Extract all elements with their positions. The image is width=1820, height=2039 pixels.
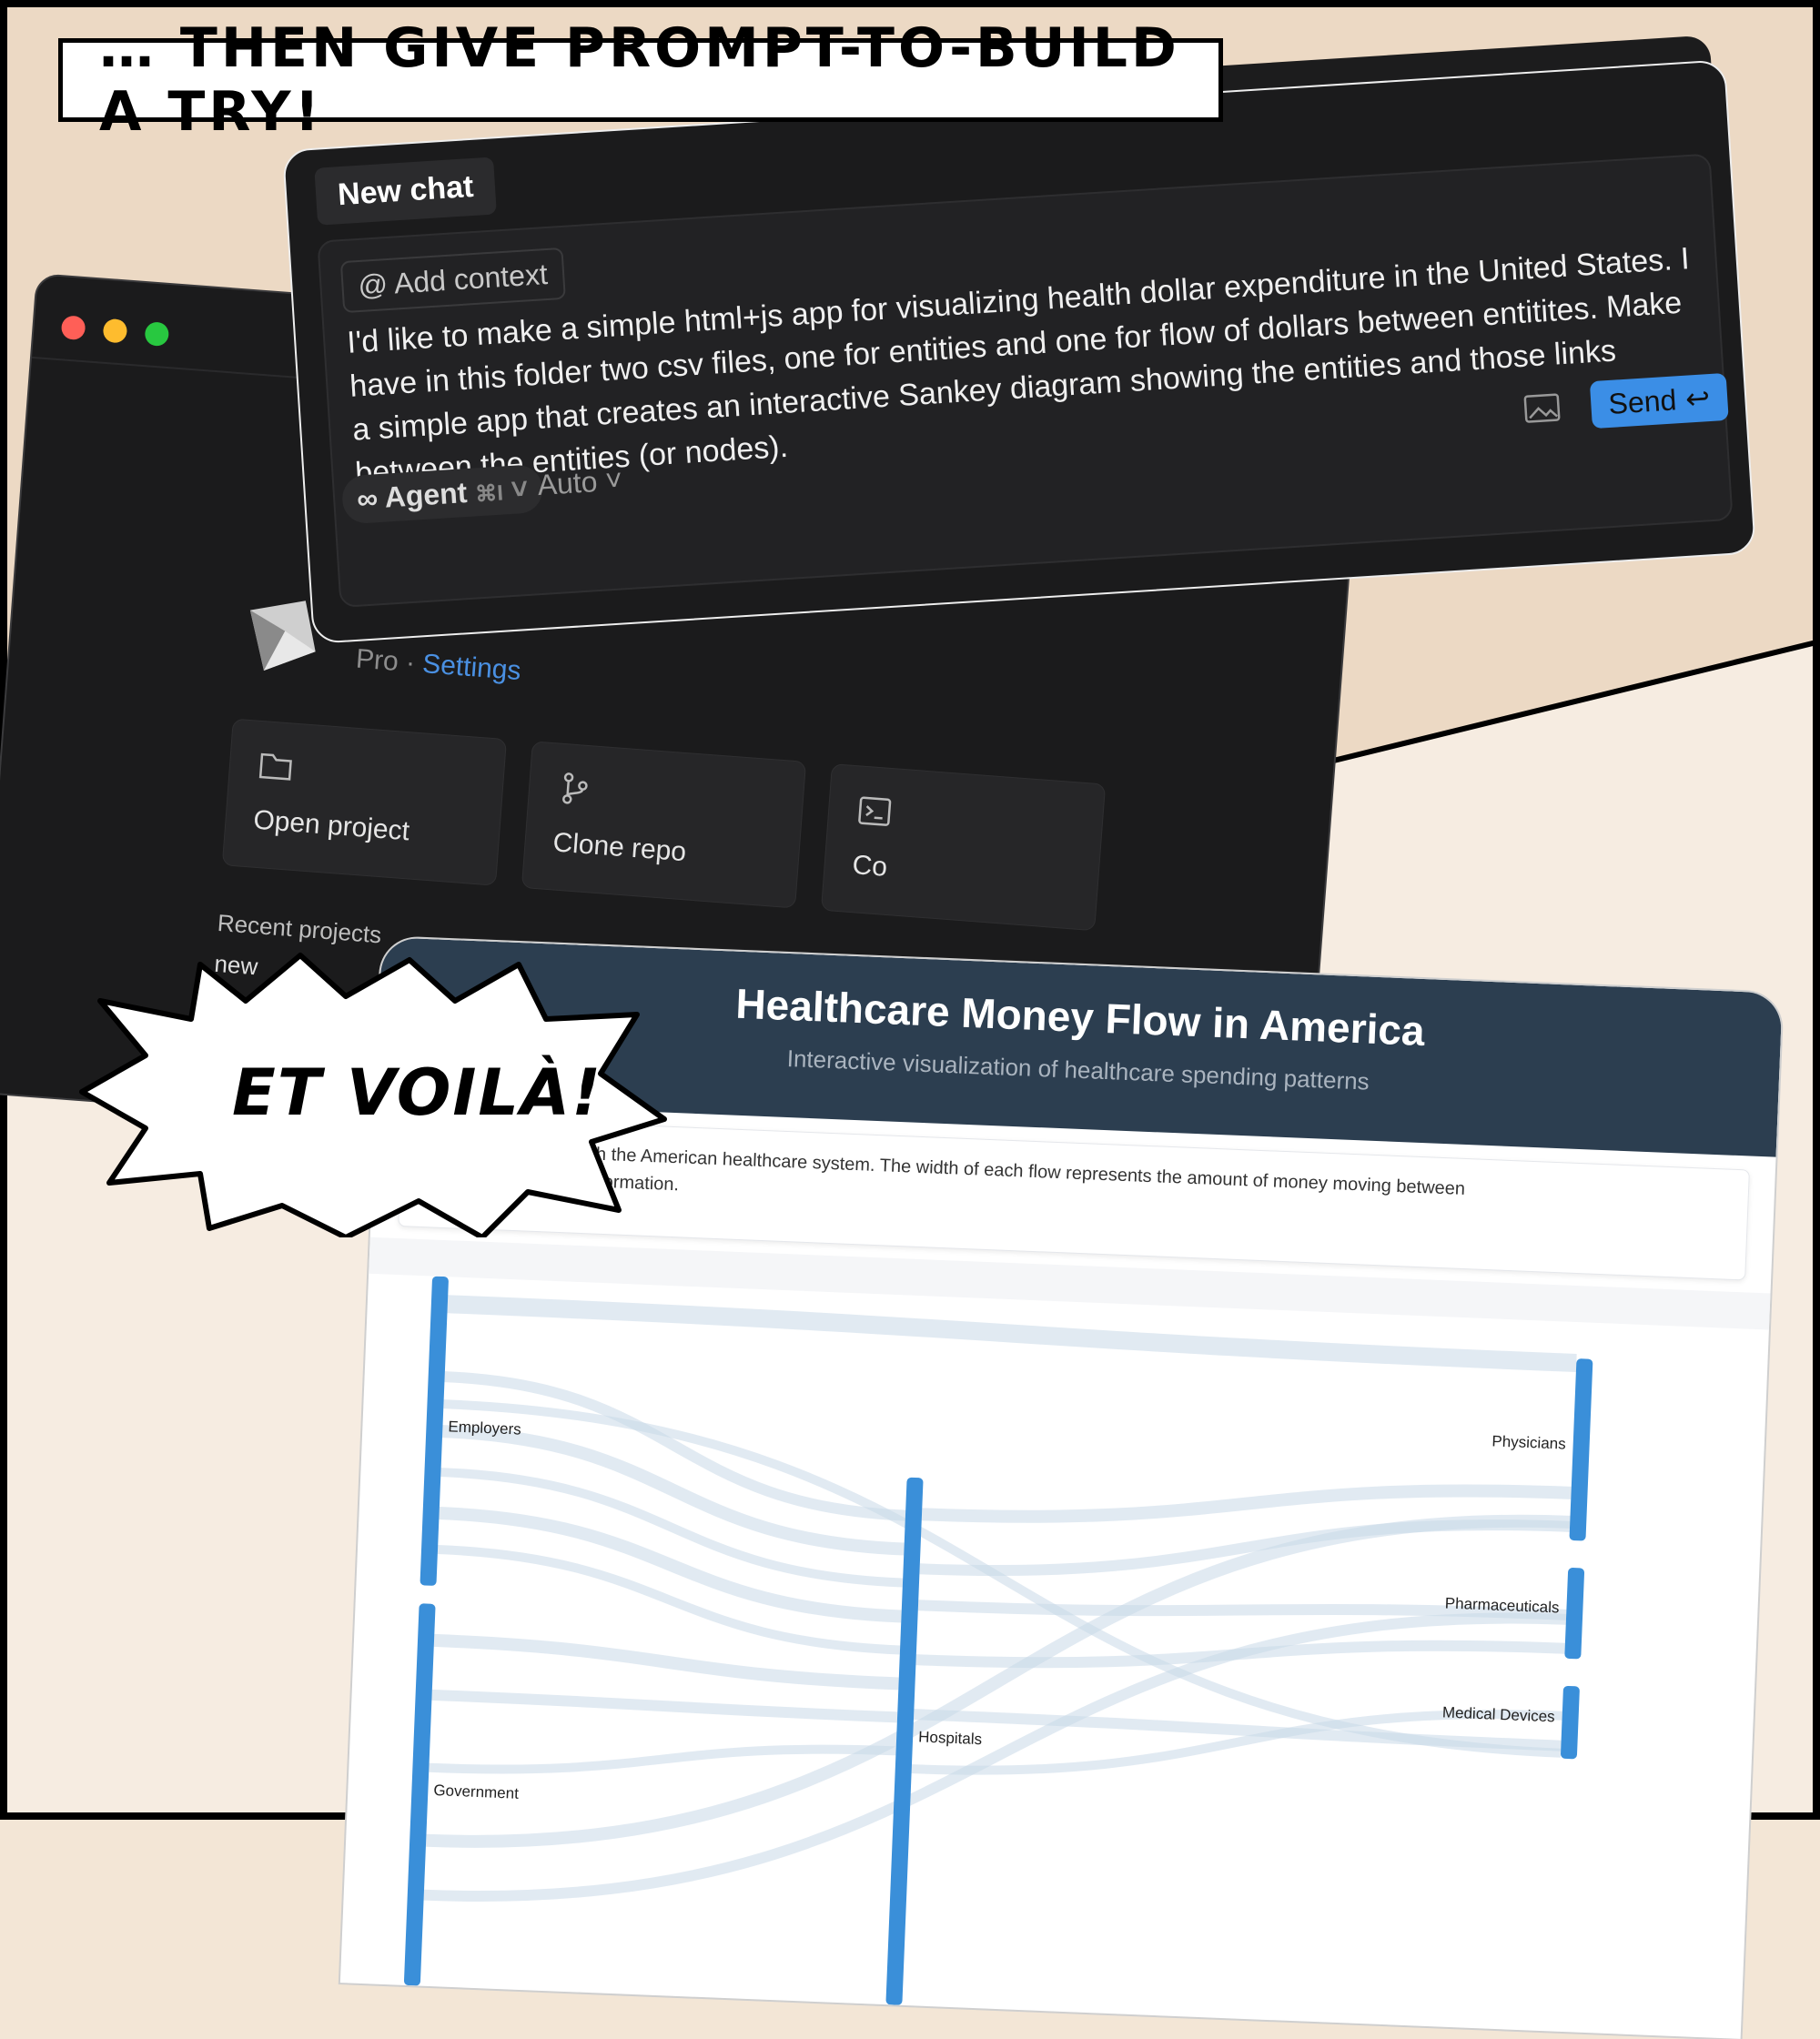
model-select[interactable]: Auto ˅ bbox=[537, 463, 624, 502]
sankey-node-physicians[interactable] bbox=[1569, 1358, 1593, 1541]
sankey-node-medical-devices[interactable] bbox=[1561, 1685, 1580, 1760]
sankey-chart[interactable]: EmployersGovernmentHospitalsPhysiciansPh… bbox=[340, 1274, 1769, 2039]
return-icon: ↩ bbox=[1684, 381, 1712, 416]
plan-label: Pro bbox=[354, 643, 399, 677]
terminal-icon bbox=[858, 796, 892, 826]
image-icon[interactable] bbox=[1523, 392, 1562, 423]
terminal-card[interactable]: Co bbox=[820, 763, 1107, 932]
open-project-label: Open project bbox=[252, 804, 411, 847]
sankey-label-government: Government bbox=[433, 1782, 520, 1802]
sankey-node-pharmaceuticals[interactable] bbox=[1564, 1568, 1585, 1660]
comic-caption: … THEN GIVE PROMPT-TO-BUILD A TRY! bbox=[58, 16, 1223, 144]
add-context-button[interactable]: @ Add context bbox=[339, 247, 566, 314]
sankey-label-medical-devices: Medical Devices bbox=[1442, 1703, 1555, 1725]
infinity-icon: ∞ bbox=[356, 480, 386, 516]
chat-composer-window: New chat @ Add context I'd like to make … bbox=[282, 59, 1757, 644]
folder-icon bbox=[258, 752, 292, 781]
clone-repo-card[interactable]: Clone repo bbox=[521, 741, 807, 909]
new-chat-tab[interactable]: New chat bbox=[314, 156, 498, 226]
settings-link[interactable]: Settings bbox=[421, 649, 522, 686]
agent-label: Agent bbox=[383, 476, 469, 514]
auto-label: Auto bbox=[536, 465, 599, 502]
sankey-label-physicians: Physicians bbox=[1491, 1432, 1566, 1452]
close-dot[interactable] bbox=[60, 315, 86, 341]
minimize-dot[interactable] bbox=[102, 318, 128, 344]
agent-shortcut: ⌘I bbox=[474, 480, 504, 508]
clone-repo-label: Clone repo bbox=[551, 827, 688, 868]
chevron-down-icon: ˅ bbox=[510, 471, 530, 506]
recent-projects-heading: Recent projects bbox=[216, 908, 383, 949]
at-icon: @ bbox=[357, 267, 396, 303]
third-card-label: Co bbox=[851, 850, 889, 883]
add-context-label: Add context bbox=[392, 257, 549, 300]
sankey-node-government[interactable] bbox=[403, 1603, 436, 1986]
zoom-dot[interactable] bbox=[144, 321, 170, 348]
sankey-label-hospitals: Hospitals bbox=[918, 1728, 983, 1748]
sankey-link[interactable] bbox=[431, 1689, 898, 1723]
burst-text: ET VOILÀ! bbox=[232, 1055, 603, 1130]
composer-box[interactable]: @ Add context I'd like to make a simple … bbox=[317, 153, 1734, 608]
sankey-link[interactable] bbox=[423, 1574, 1567, 1941]
sankey-label-employers: Employers bbox=[448, 1418, 521, 1438]
send-label: Send bbox=[1607, 382, 1678, 420]
send-button[interactable]: Send ↩ bbox=[1589, 372, 1729, 429]
open-project-card[interactable]: Open project bbox=[221, 718, 508, 886]
git-branch-icon bbox=[562, 772, 588, 804]
chevron-down-icon: ˅ bbox=[596, 463, 624, 498]
